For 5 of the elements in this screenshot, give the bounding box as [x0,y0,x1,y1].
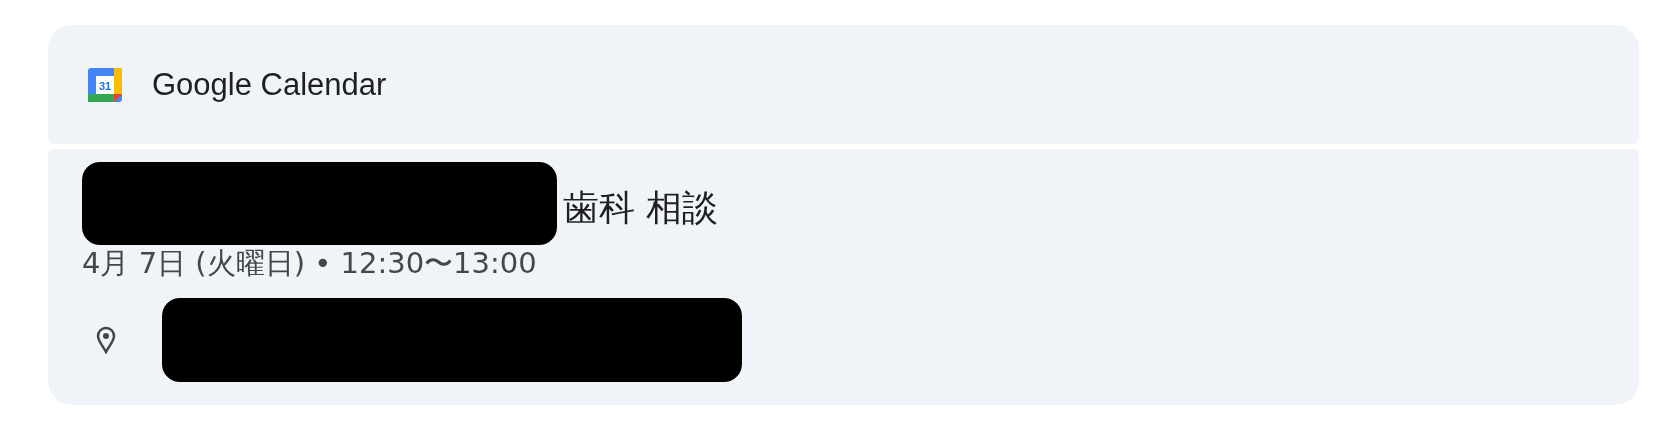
location-pin-icon [96,326,116,354]
event-time: 4月 7日 (火曜日) • 12:30〜13:00 [82,245,538,281]
event-title: 歯科 相談 [563,186,719,230]
calendar-icon: 31 [88,67,122,102]
app-name: Google Calendar [152,66,387,103]
